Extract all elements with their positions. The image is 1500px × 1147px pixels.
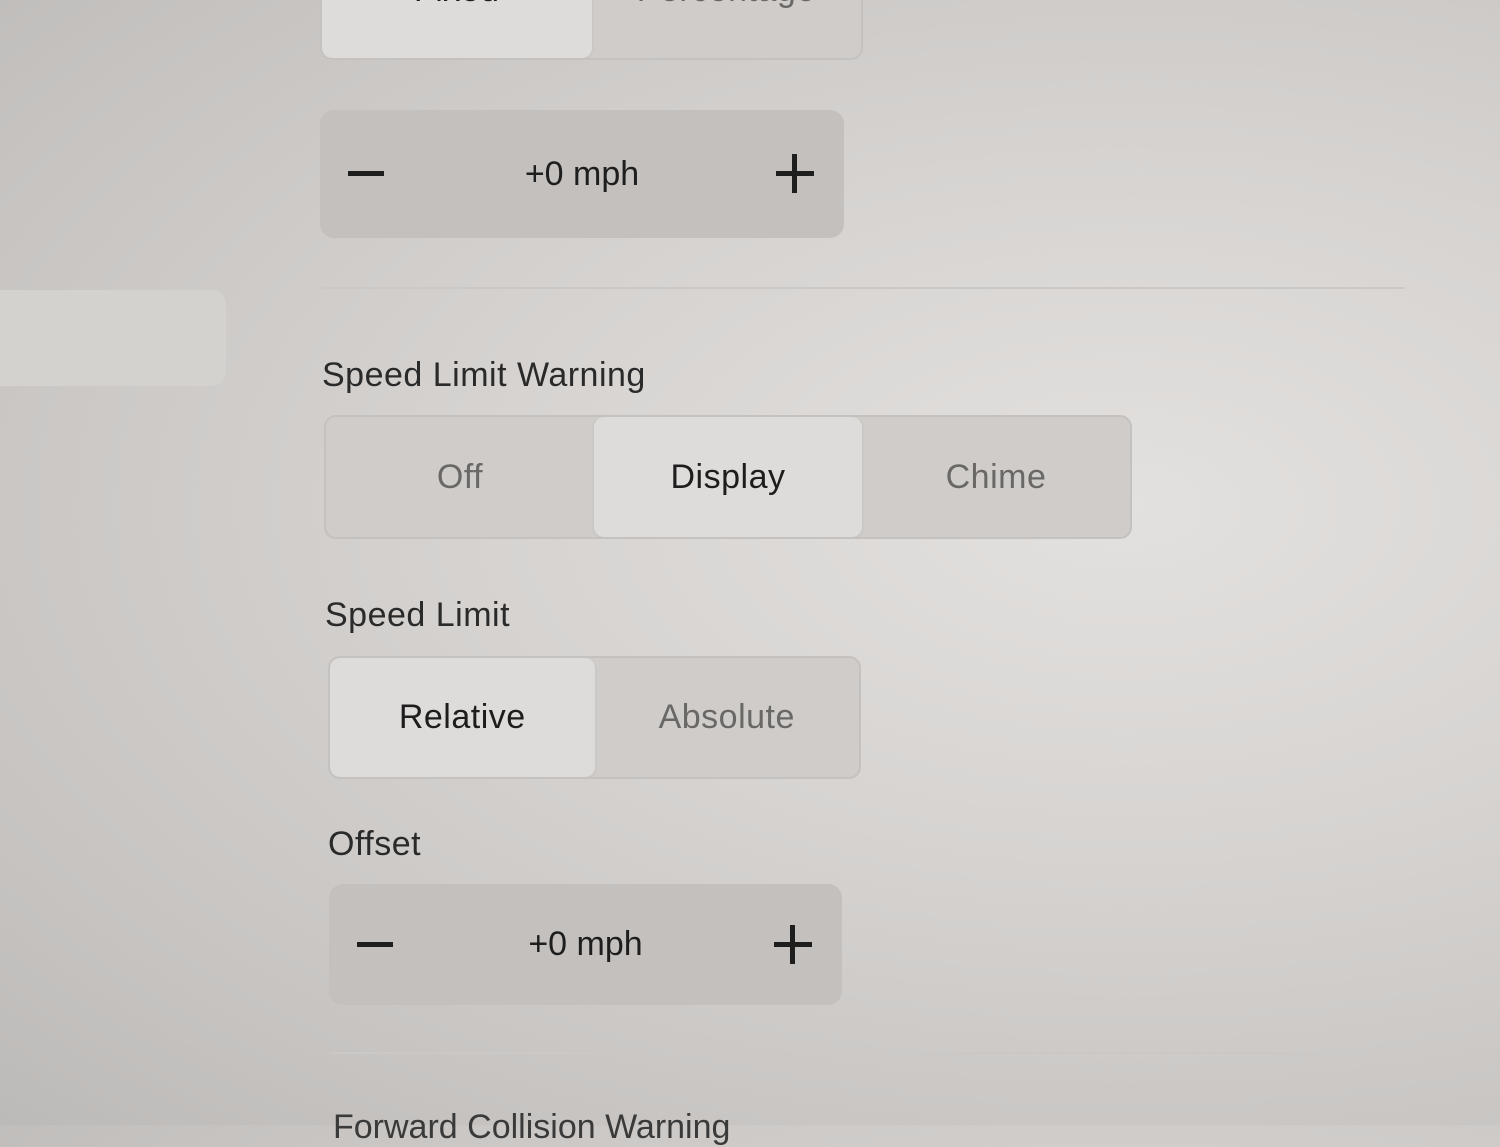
warning-option-off-label: Off (436, 457, 484, 496)
warning-option-chime[interactable]: Chime (862, 417, 1130, 537)
section-divider (320, 287, 1405, 289)
section-divider (330, 1052, 1390, 1054)
speed-limit-label: Speed Limit (325, 596, 511, 634)
offset-mode-option-fixed-label: Fixed (414, 0, 500, 10)
warning-option-off[interactable]: Off (326, 417, 594, 537)
sidebar-selected-item[interactable] (0, 290, 226, 386)
speed-limit-option-absolute[interactable]: Absolute (595, 658, 860, 777)
plus-icon[interactable] (774, 152, 818, 196)
speed-limit-warning-label: Speed Limit Warning (322, 356, 646, 394)
offset-mode-option-fixed[interactable]: Fixed (322, 0, 592, 58)
minus-icon[interactable] (355, 923, 399, 967)
forward-collision-warning-label: Forward Collision Warning (333, 1108, 731, 1146)
speed-offset-value: +0 mph (524, 154, 640, 193)
offset-mode-segmented-control: Fixed Percentage (320, 0, 863, 60)
warning-option-display-label: Display (670, 457, 786, 496)
speed-limit-segmented-control: Relative Absolute (328, 656, 861, 779)
speed-limit-option-absolute-label: Absolute (658, 698, 795, 736)
offset-label: Offset (328, 825, 422, 863)
offset-stepper: +0 mph (329, 884, 842, 1005)
plus-icon[interactable] (772, 923, 816, 967)
offset-mode-option-percentage-label: Percentage (637, 0, 816, 10)
warning-option-chime-label: Chime (945, 457, 1047, 496)
speed-offset-stepper: +0 mph (320, 110, 844, 238)
offset-value: +0 mph (528, 925, 643, 963)
speed-limit-option-relative[interactable]: Relative (330, 658, 595, 777)
speed-limit-warning-segmented-control: Off Display Chime (324, 415, 1132, 539)
minus-icon[interactable] (346, 152, 390, 196)
warning-option-display[interactable]: Display (594, 417, 862, 537)
offset-mode-option-percentage[interactable]: Percentage (592, 0, 862, 58)
speed-limit-option-relative-label: Relative (398, 698, 526, 736)
